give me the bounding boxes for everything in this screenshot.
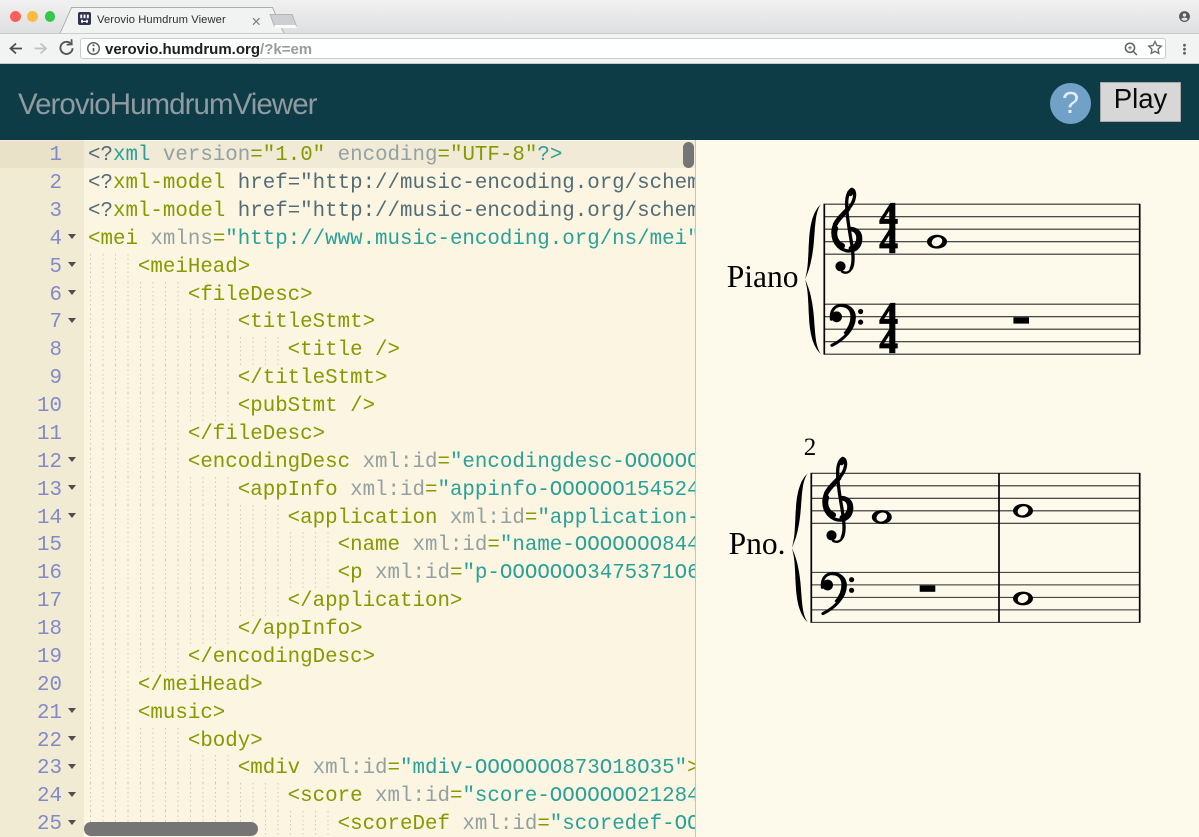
svg-text:Piano: Piano [727, 259, 799, 294]
svg-text:4: 4 [879, 220, 897, 261]
svg-text:Pno.: Pno. [729, 526, 786, 561]
svg-text:2: 2 [804, 434, 817, 461]
svg-text:4: 4 [879, 320, 897, 361]
